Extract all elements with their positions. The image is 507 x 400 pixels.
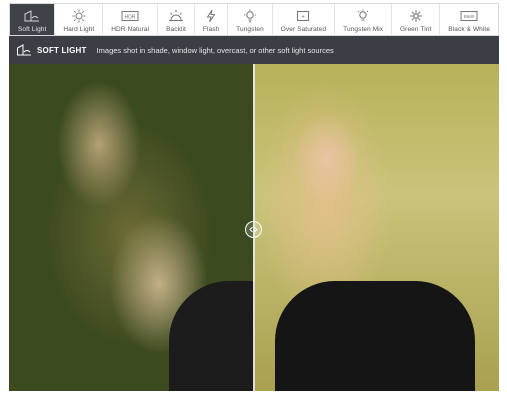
tab-label: Green Tint bbox=[400, 26, 432, 33]
tab-label: Tungsten Mix bbox=[343, 26, 384, 33]
soft-light-icon bbox=[16, 42, 32, 58]
svg-text:HDR: HDR bbox=[125, 15, 136, 21]
after-image bbox=[255, 64, 499, 391]
flash-icon bbox=[205, 8, 217, 24]
tab-green-tint[interactable]: Green Tint bbox=[392, 4, 441, 35]
drag-arrows-icon bbox=[249, 226, 258, 233]
preset-tab-bar: Soft Light Hard Light HDR HDR Natural Ba… bbox=[9, 3, 499, 36]
tab-tungsten-mix[interactable]: Tungsten Mix bbox=[335, 4, 393, 35]
tab-hard-light[interactable]: Hard Light bbox=[55, 4, 104, 35]
before-image bbox=[9, 64, 259, 391]
tab-hdr-natural[interactable]: HDR HDR Natural bbox=[103, 4, 159, 35]
svg-text:B&W: B&W bbox=[464, 14, 475, 19]
hard-light-icon bbox=[72, 8, 86, 24]
tab-backlit[interactable]: Backlit bbox=[158, 4, 195, 35]
tab-label: Over Saturated bbox=[280, 26, 327, 33]
tab-label: Flash bbox=[202, 26, 220, 33]
tungsten-mix-icon bbox=[356, 8, 370, 24]
black-white-icon: B&W bbox=[460, 8, 478, 24]
tab-label: Backlit bbox=[166, 26, 186, 33]
tab-label: Soft Light bbox=[17, 26, 47, 33]
before-image-subject bbox=[169, 281, 259, 391]
tab-flash[interactable]: Flash bbox=[195, 4, 229, 35]
tab-label: Tungsten bbox=[236, 26, 264, 33]
tab-over-saturated[interactable]: + Over Saturated bbox=[273, 4, 336, 35]
tab-label: HDR Natural bbox=[111, 26, 150, 33]
tab-label: Hard Light bbox=[63, 26, 95, 33]
tungsten-icon bbox=[243, 8, 257, 24]
soft-light-icon bbox=[23, 8, 41, 24]
hdr-natural-icon: HDR bbox=[121, 8, 139, 24]
preset-description-banner: SOFT LIGHT Images shot in shade, window … bbox=[9, 36, 499, 64]
tab-soft-light[interactable]: Soft Light bbox=[10, 4, 56, 35]
comparison-slider-handle[interactable] bbox=[245, 221, 262, 238]
preset-title: SOFT LIGHT bbox=[37, 45, 87, 55]
green-tint-icon bbox=[409, 8, 423, 24]
svg-text:+: + bbox=[302, 15, 306, 21]
before-after-comparison[interactable] bbox=[9, 64, 499, 391]
preset-description: Images shot in shade, window light, over… bbox=[96, 45, 334, 55]
backlit-icon bbox=[168, 8, 184, 24]
tab-tungsten[interactable]: Tungsten bbox=[228, 4, 273, 35]
over-saturated-icon: + bbox=[296, 8, 310, 24]
after-image-subject bbox=[275, 281, 475, 391]
tab-black-white[interactable]: B&W Black & White bbox=[440, 4, 498, 35]
preset-viewer: Soft Light Hard Light HDR HDR Natural Ba… bbox=[9, 3, 499, 391]
tab-label: Black & White bbox=[448, 26, 491, 33]
